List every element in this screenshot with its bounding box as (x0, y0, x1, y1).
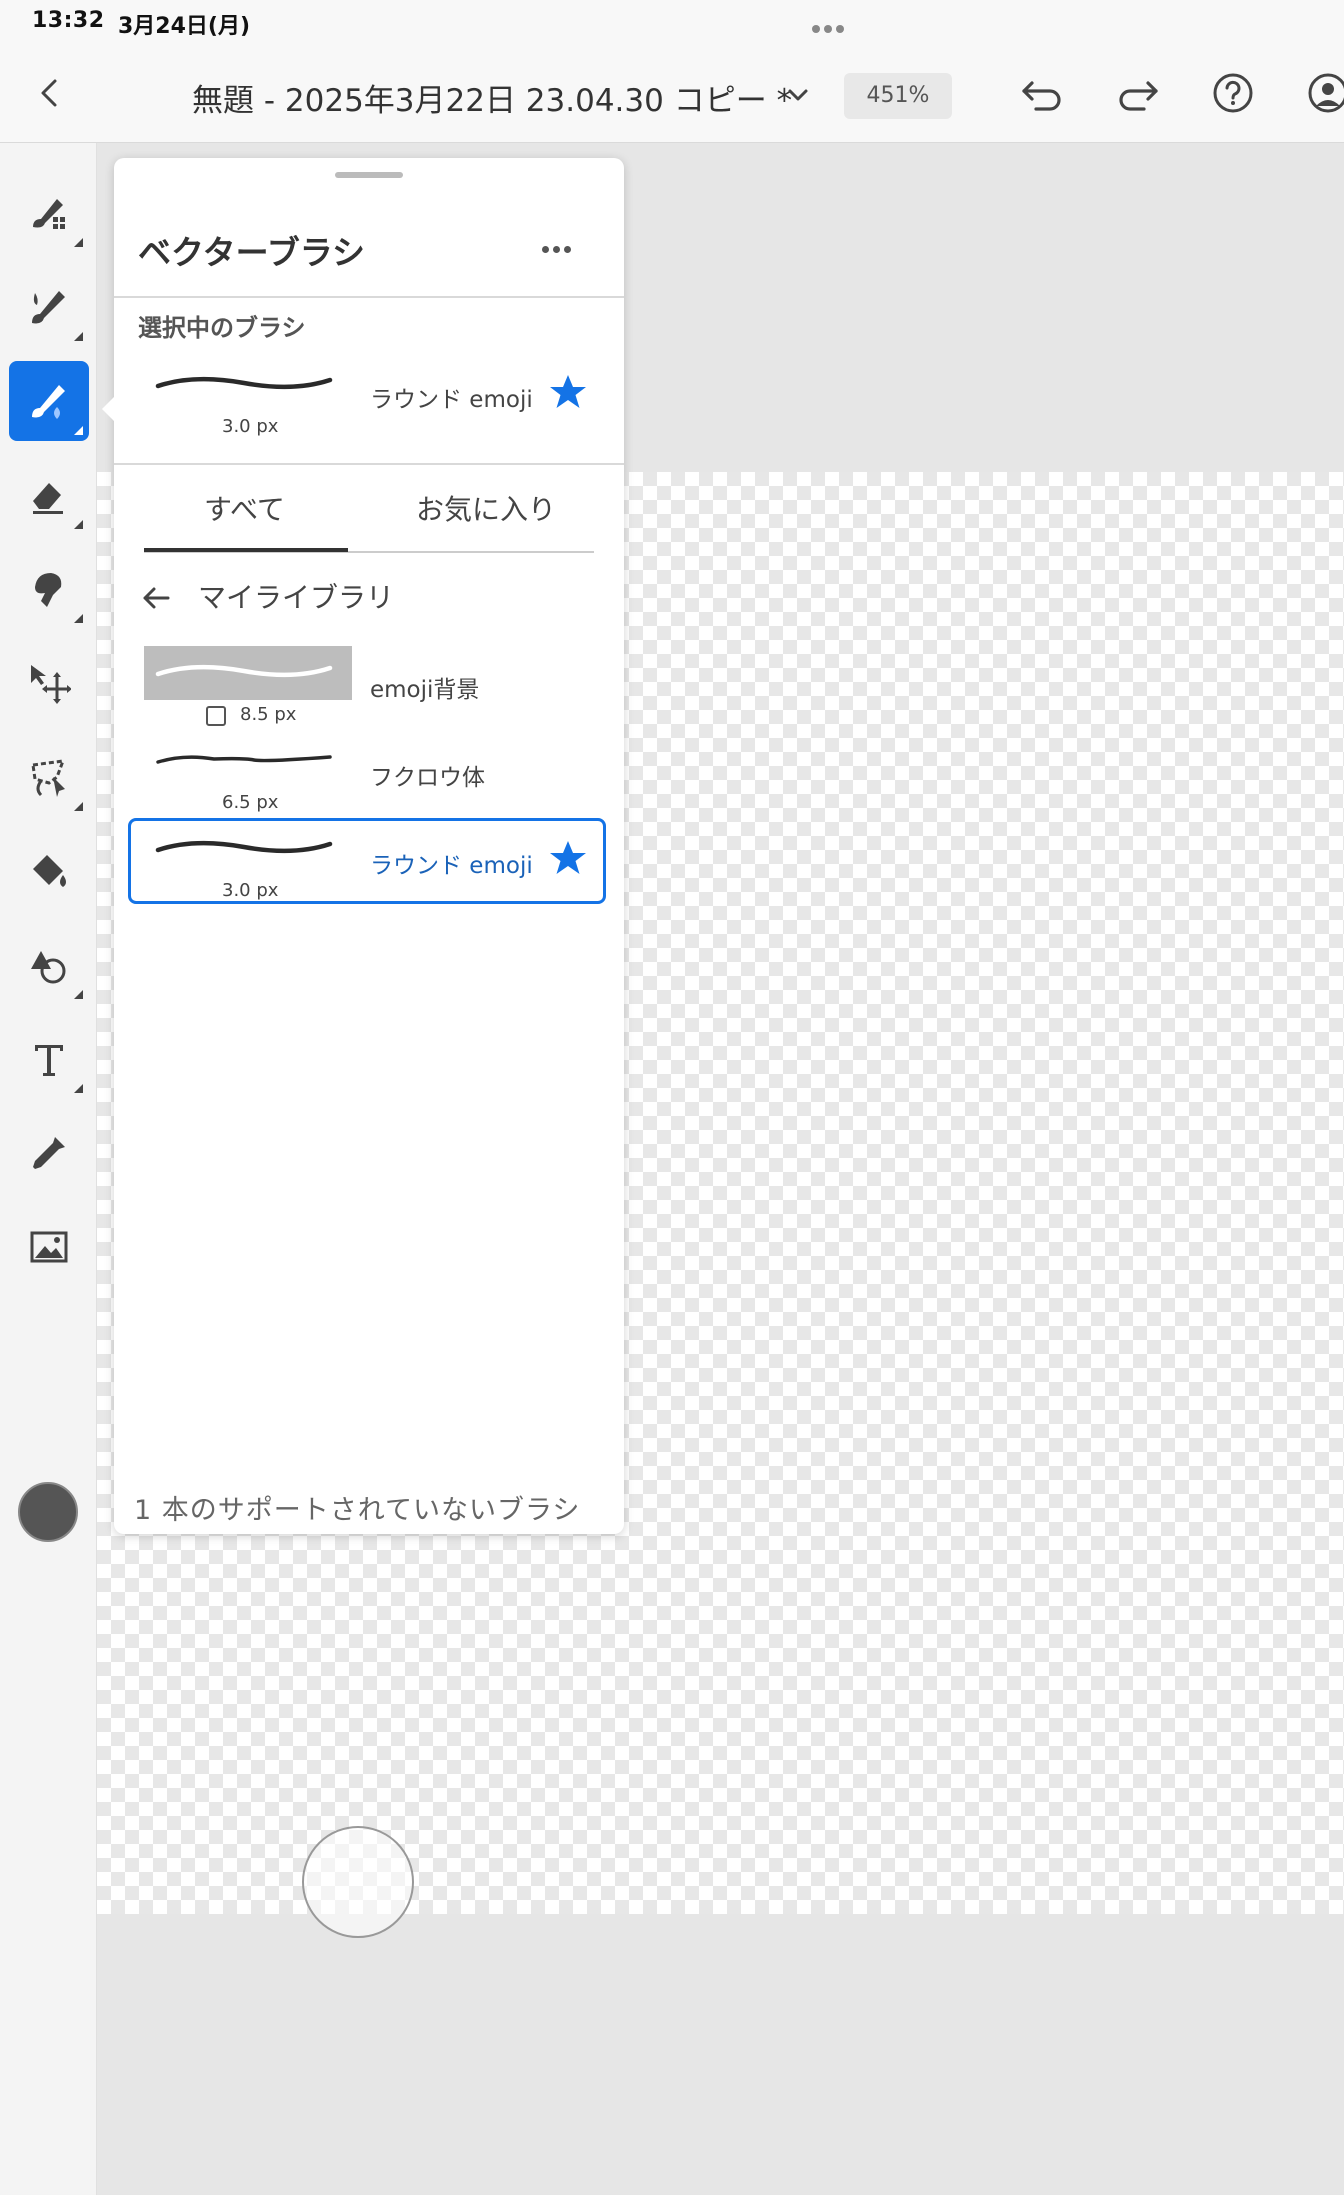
chevron-down-icon[interactable] (783, 80, 813, 110)
eyedropper-tool[interactable] (9, 1113, 89, 1193)
smudge-icon (35, 573, 62, 607)
favorite-star-icon[interactable] (548, 372, 588, 412)
shape-icon (31, 951, 66, 984)
brush-stroke-preview (156, 755, 332, 764)
selected-brush-label: 選択中のブラシ (138, 314, 306, 342)
back-chevron-icon[interactable] (30, 73, 70, 113)
help-icon[interactable] (1210, 70, 1256, 116)
vector-brush-tool[interactable] (9, 361, 89, 441)
library-title: マイライブラリ (198, 581, 395, 614)
fill-icon (33, 855, 66, 887)
brush-stroke-preview (155, 376, 333, 390)
smudge-tool[interactable] (9, 549, 89, 629)
vector-brush-panel: ベクターブラシ 選択中のブラシ 3.0 px ラウンド emoji すべて お気… (102, 158, 624, 1534)
status-time: 13:32 (32, 8, 105, 33)
brush-checkbox[interactable] (206, 706, 226, 726)
brush-size: 6.5 px (222, 792, 279, 813)
selected-brush-size: 3.0 px (222, 416, 279, 437)
current-color-swatch[interactable] (18, 1482, 78, 1542)
more-options-icon[interactable] (540, 238, 573, 257)
app-bar: 無題 - 2025年3月22日 23.04.30 コピー * 451% (0, 45, 1344, 143)
eraser-tool[interactable] (9, 455, 89, 535)
active-tab-indicator (144, 548, 348, 552)
lasso-tool[interactable] (9, 737, 89, 817)
transform-icon (31, 665, 71, 704)
tab-all[interactable]: すべて (204, 488, 285, 528)
eyedropper-icon (33, 1137, 65, 1169)
fill-tool[interactable] (9, 831, 89, 911)
back-arrow-icon[interactable] (138, 580, 174, 616)
favorite-star-icon[interactable] (548, 838, 588, 878)
selected-brush-name: ラウンド emoji (370, 387, 533, 413)
zoom-level[interactable]: 451% (844, 73, 952, 119)
transform-tool[interactable] (9, 643, 89, 723)
paint-brush-icon (32, 291, 65, 324)
brush-name: フクロウ体 (370, 765, 485, 791)
unsupported-brushes-note: 1 本のサポートされていないブラシ (134, 1495, 581, 1526)
shape-tool[interactable] (9, 925, 89, 1005)
panel-title: ベクターブラシ (138, 233, 366, 272)
text-icon (35, 1045, 63, 1076)
panel-grabber[interactable] (335, 172, 403, 178)
eraser-icon (33, 483, 63, 514)
document-title[interactable]: 無題 - 2025年3月22日 23.04.30 コピー * (192, 75, 792, 120)
brush-size: 3.0 px (222, 880, 279, 901)
brush-stroke-preview (155, 664, 333, 678)
paint-brush-tool[interactable] (9, 267, 89, 347)
redo-icon[interactable] (1114, 73, 1162, 113)
text-tool[interactable] (9, 1019, 89, 1099)
status-bar: 13:32 3月24日(月) (0, 0, 1344, 45)
multitasking-dots-icon[interactable] (810, 14, 846, 39)
brush-stroke-preview (155, 840, 333, 854)
tab-favorites[interactable]: お気に入り (416, 488, 556, 528)
image-icon (30, 1231, 68, 1263)
brush-name: ラウンド emoji (370, 853, 533, 879)
status-date: 3月24日(月) (118, 14, 251, 39)
touch-cursor (302, 1826, 414, 1938)
pixel-brush-tool[interactable] (9, 173, 89, 253)
brush-name: emoji背景 (370, 677, 480, 703)
vector-brush-icon (32, 385, 65, 419)
image-tool[interactable] (9, 1207, 89, 1287)
user-icon[interactable] (1306, 70, 1344, 116)
pixel-brush-icon (33, 199, 65, 229)
undo-icon[interactable] (1018, 73, 1066, 113)
lasso-icon (31, 759, 66, 797)
brush-item-round-emoji[interactable] (128, 818, 606, 904)
brush-size: 8.5 px (240, 704, 297, 725)
tool-sidebar (0, 143, 97, 2195)
